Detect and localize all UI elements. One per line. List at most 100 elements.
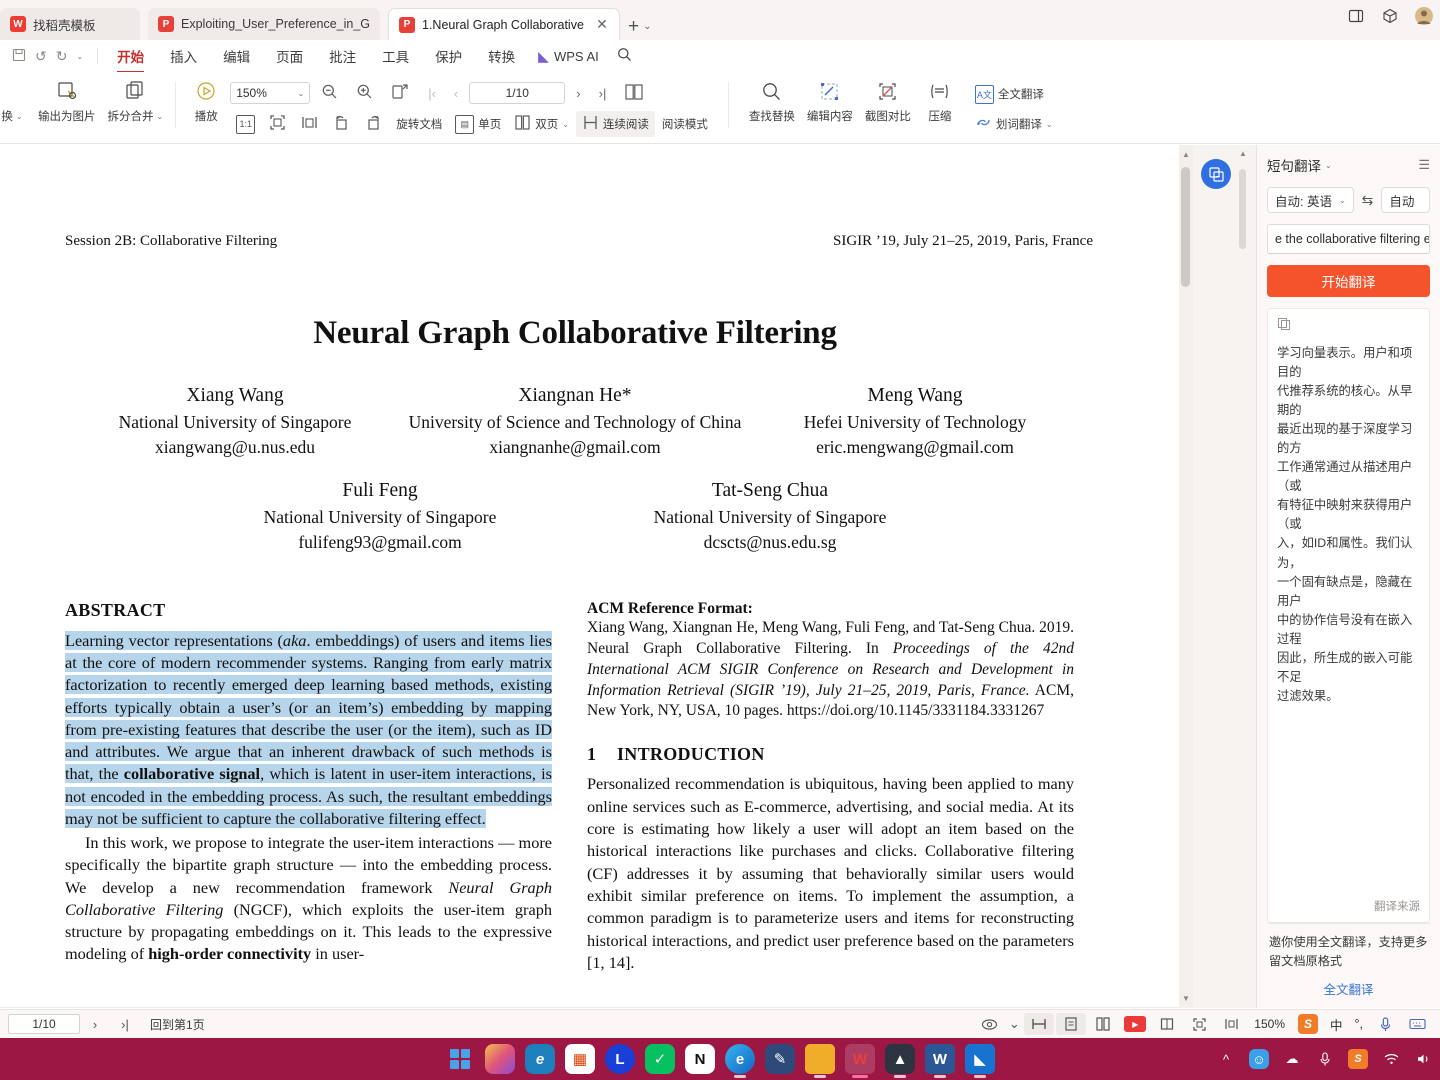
pen-app-icon[interactable]: ✎: [765, 1044, 795, 1074]
last-page-icon[interactable]: ›|: [592, 86, 614, 101]
ribbon-tab-edit[interactable]: 编辑: [210, 42, 263, 71]
edge-legacy-icon[interactable]: e: [525, 1044, 555, 1074]
status-page-input[interactable]: 1/10: [8, 1014, 80, 1034]
new-tab-button[interactable]: +: [628, 17, 639, 36]
mountain-app-icon[interactable]: ◣: [965, 1044, 995, 1078]
actual-size-button[interactable]: 1:1: [230, 114, 261, 134]
close-icon[interactable]: ✕: [595, 16, 609, 33]
target-language-select[interactable]: 自动: [1381, 187, 1430, 213]
zoom-level-select[interactable]: 150% ⌄: [230, 82, 311, 104]
single-page-button[interactable]: ▤ 单页: [449, 114, 507, 134]
copilot-preview-icon[interactable]: [485, 1044, 515, 1074]
scroll-up-arrow-icon[interactable]: ▲: [1239, 149, 1247, 158]
microphone-icon[interactable]: [1370, 1013, 1400, 1035]
search-icon[interactable]: [609, 47, 640, 66]
rail-scrollbar-thumb[interactable]: [1239, 169, 1246, 249]
ribbon-tab-page[interactable]: 页面: [263, 42, 316, 71]
continuous-read-button[interactable]: 连续阅读: [575, 111, 655, 137]
wechat-icon[interactable]: ✓: [645, 1044, 675, 1074]
ribbon-tab-convert[interactable]: 转换: [475, 42, 528, 71]
microsoft-store-icon[interactable]: ▦: [565, 1044, 595, 1074]
more-options-icon[interactable]: ☰: [1418, 157, 1430, 173]
wps-office-icon[interactable]: W: [845, 1044, 875, 1078]
back-to-first-page-button[interactable]: 回到第1页: [140, 1016, 215, 1033]
undo-icon[interactable]: ↺: [35, 48, 47, 65]
customize-caret-icon[interactable]: ⌄: [76, 52, 83, 61]
keyboard-icon[interactable]: [1402, 1013, 1432, 1035]
wps-ai-button[interactable]: ◣ WPS AI: [528, 48, 609, 65]
next-page-icon[interactable]: ›: [569, 86, 587, 101]
cloud-icon[interactable]: ☁: [1282, 1049, 1302, 1069]
single-page-icon[interactable]: [1056, 1013, 1087, 1035]
file-explorer-icon[interactable]: [805, 1044, 835, 1078]
source-language-select[interactable]: 自动: 英语 ⌄: [1267, 187, 1354, 213]
compress-button[interactable]: 压缩: [917, 74, 963, 124]
full-translate-link[interactable]: 全文翻译: [1269, 979, 1428, 998]
ribbon-tab-start[interactable]: 开始: [104, 42, 157, 73]
copy-icon[interactable]: [1277, 317, 1420, 334]
cube-icon[interactable]: [1380, 6, 1400, 26]
convert-button[interactable]: 换 ⌄: [0, 74, 32, 124]
fit-page-button[interactable]: [262, 113, 293, 135]
ime-mode-label[interactable]: 中: [1325, 1015, 1348, 1034]
notion-icon[interactable]: N: [685, 1044, 715, 1074]
sogou-icon[interactable]: S: [1293, 1013, 1323, 1035]
chevron-down-icon[interactable]: ⌄: [643, 21, 651, 32]
show-hidden-icons[interactable]: ^: [1216, 1049, 1236, 1069]
ime-punctuation-label[interactable]: °,: [1350, 1017, 1368, 1031]
rotate-right-button[interactable]: [358, 113, 389, 135]
word-icon[interactable]: W: [925, 1044, 955, 1078]
next-page-icon[interactable]: ›: [80, 1013, 110, 1035]
microphone-icon[interactable]: [1315, 1049, 1335, 1069]
translation-mode-selector[interactable]: 短句翻译 ⌄: [1267, 155, 1332, 175]
redo-icon[interactable]: ↻: [56, 48, 68, 65]
edit-content-button[interactable]: 编辑内容: [801, 74, 859, 124]
sogou-input-icon[interactable]: S: [1348, 1049, 1368, 1069]
swap-languages-icon[interactable]: ⇆: [1362, 192, 1374, 209]
prev-page-icon[interactable]: ‹: [447, 86, 465, 101]
tab-2[interactable]: P 1.Neural Graph Collaborative Fi ✕: [388, 8, 620, 40]
ribbon-tab-comment[interactable]: 批注: [316, 42, 369, 71]
wifi-icon[interactable]: [1381, 1049, 1401, 1069]
lens-app-icon[interactable]: L: [605, 1044, 635, 1074]
thumbnail-icon[interactable]: [1152, 1013, 1182, 1035]
account-avatar-icon[interactable]: [1414, 6, 1434, 26]
document-scrollbar[interactable]: ▲ ▼: [1179, 145, 1193, 1008]
book-view-icon[interactable]: [617, 83, 651, 104]
fit-page-icon[interactable]: [1216, 1013, 1246, 1035]
sidebar-toggle-icon[interactable]: [1346, 6, 1366, 26]
play-button[interactable]: 播放: [186, 74, 226, 124]
fit-width-button[interactable]: [294, 113, 325, 135]
split-merge-button[interactable]: 拆分合并 ⌄: [102, 74, 170, 124]
find-replace-button[interactable]: 查找替换: [743, 74, 801, 124]
status-zoom-value[interactable]: 150%: [1248, 1017, 1291, 1031]
ribbon-tab-protect[interactable]: 保护: [422, 42, 475, 71]
fit-page-icon[interactable]: [384, 82, 417, 104]
document-viewer[interactable]: Session 2B: Collaborative Filtering SIGI…: [0, 145, 1193, 1008]
double-page-button[interactable]: 双页 ⌄: [508, 114, 575, 134]
app-update-icon[interactable]: ☺: [1249, 1049, 1269, 1069]
ribbon-tab-tools[interactable]: 工具: [369, 42, 422, 71]
scrollbar-thumb[interactable]: [1181, 167, 1190, 287]
eye-caret-icon[interactable]: ⌄: [1006, 1013, 1022, 1035]
fit-width-icon[interactable]: [1024, 1013, 1055, 1035]
zoom-out-icon[interactable]: [314, 83, 345, 103]
rail-scrollbar[interactable]: ▲: [1239, 149, 1247, 1018]
word-translate-button[interactable]: 划词翻译 ⌄: [969, 114, 1059, 134]
ghost-app-icon[interactable]: ▲: [885, 1044, 915, 1078]
play-video-icon[interactable]: ▶: [1120, 1013, 1150, 1035]
last-page-icon[interactable]: ›|: [110, 1013, 140, 1035]
start-button[interactable]: [445, 1044, 475, 1074]
export-image-button[interactable]: 输出为图片: [32, 74, 102, 124]
screenshot-compare-button[interactable]: 截图对比: [859, 74, 917, 124]
scroll-down-arrow-icon[interactable]: ▼: [1182, 994, 1190, 1003]
zoom-in-icon[interactable]: [349, 83, 380, 103]
translate-doc-icon[interactable]: [1201, 159, 1231, 189]
ribbon-tab-insert[interactable]: 插入: [157, 42, 210, 71]
tab-0[interactable]: W 找稻壳模板: [0, 8, 140, 40]
start-translate-button[interactable]: 开始翻译: [1267, 265, 1430, 297]
translate-source-input[interactable]: e the collaborative filtering e: [1267, 224, 1430, 254]
full-translate-button[interactable]: A文 全文翻译: [969, 84, 1050, 104]
double-page-icon[interactable]: [1088, 1013, 1118, 1035]
edge-browser-icon[interactable]: e: [725, 1044, 755, 1078]
